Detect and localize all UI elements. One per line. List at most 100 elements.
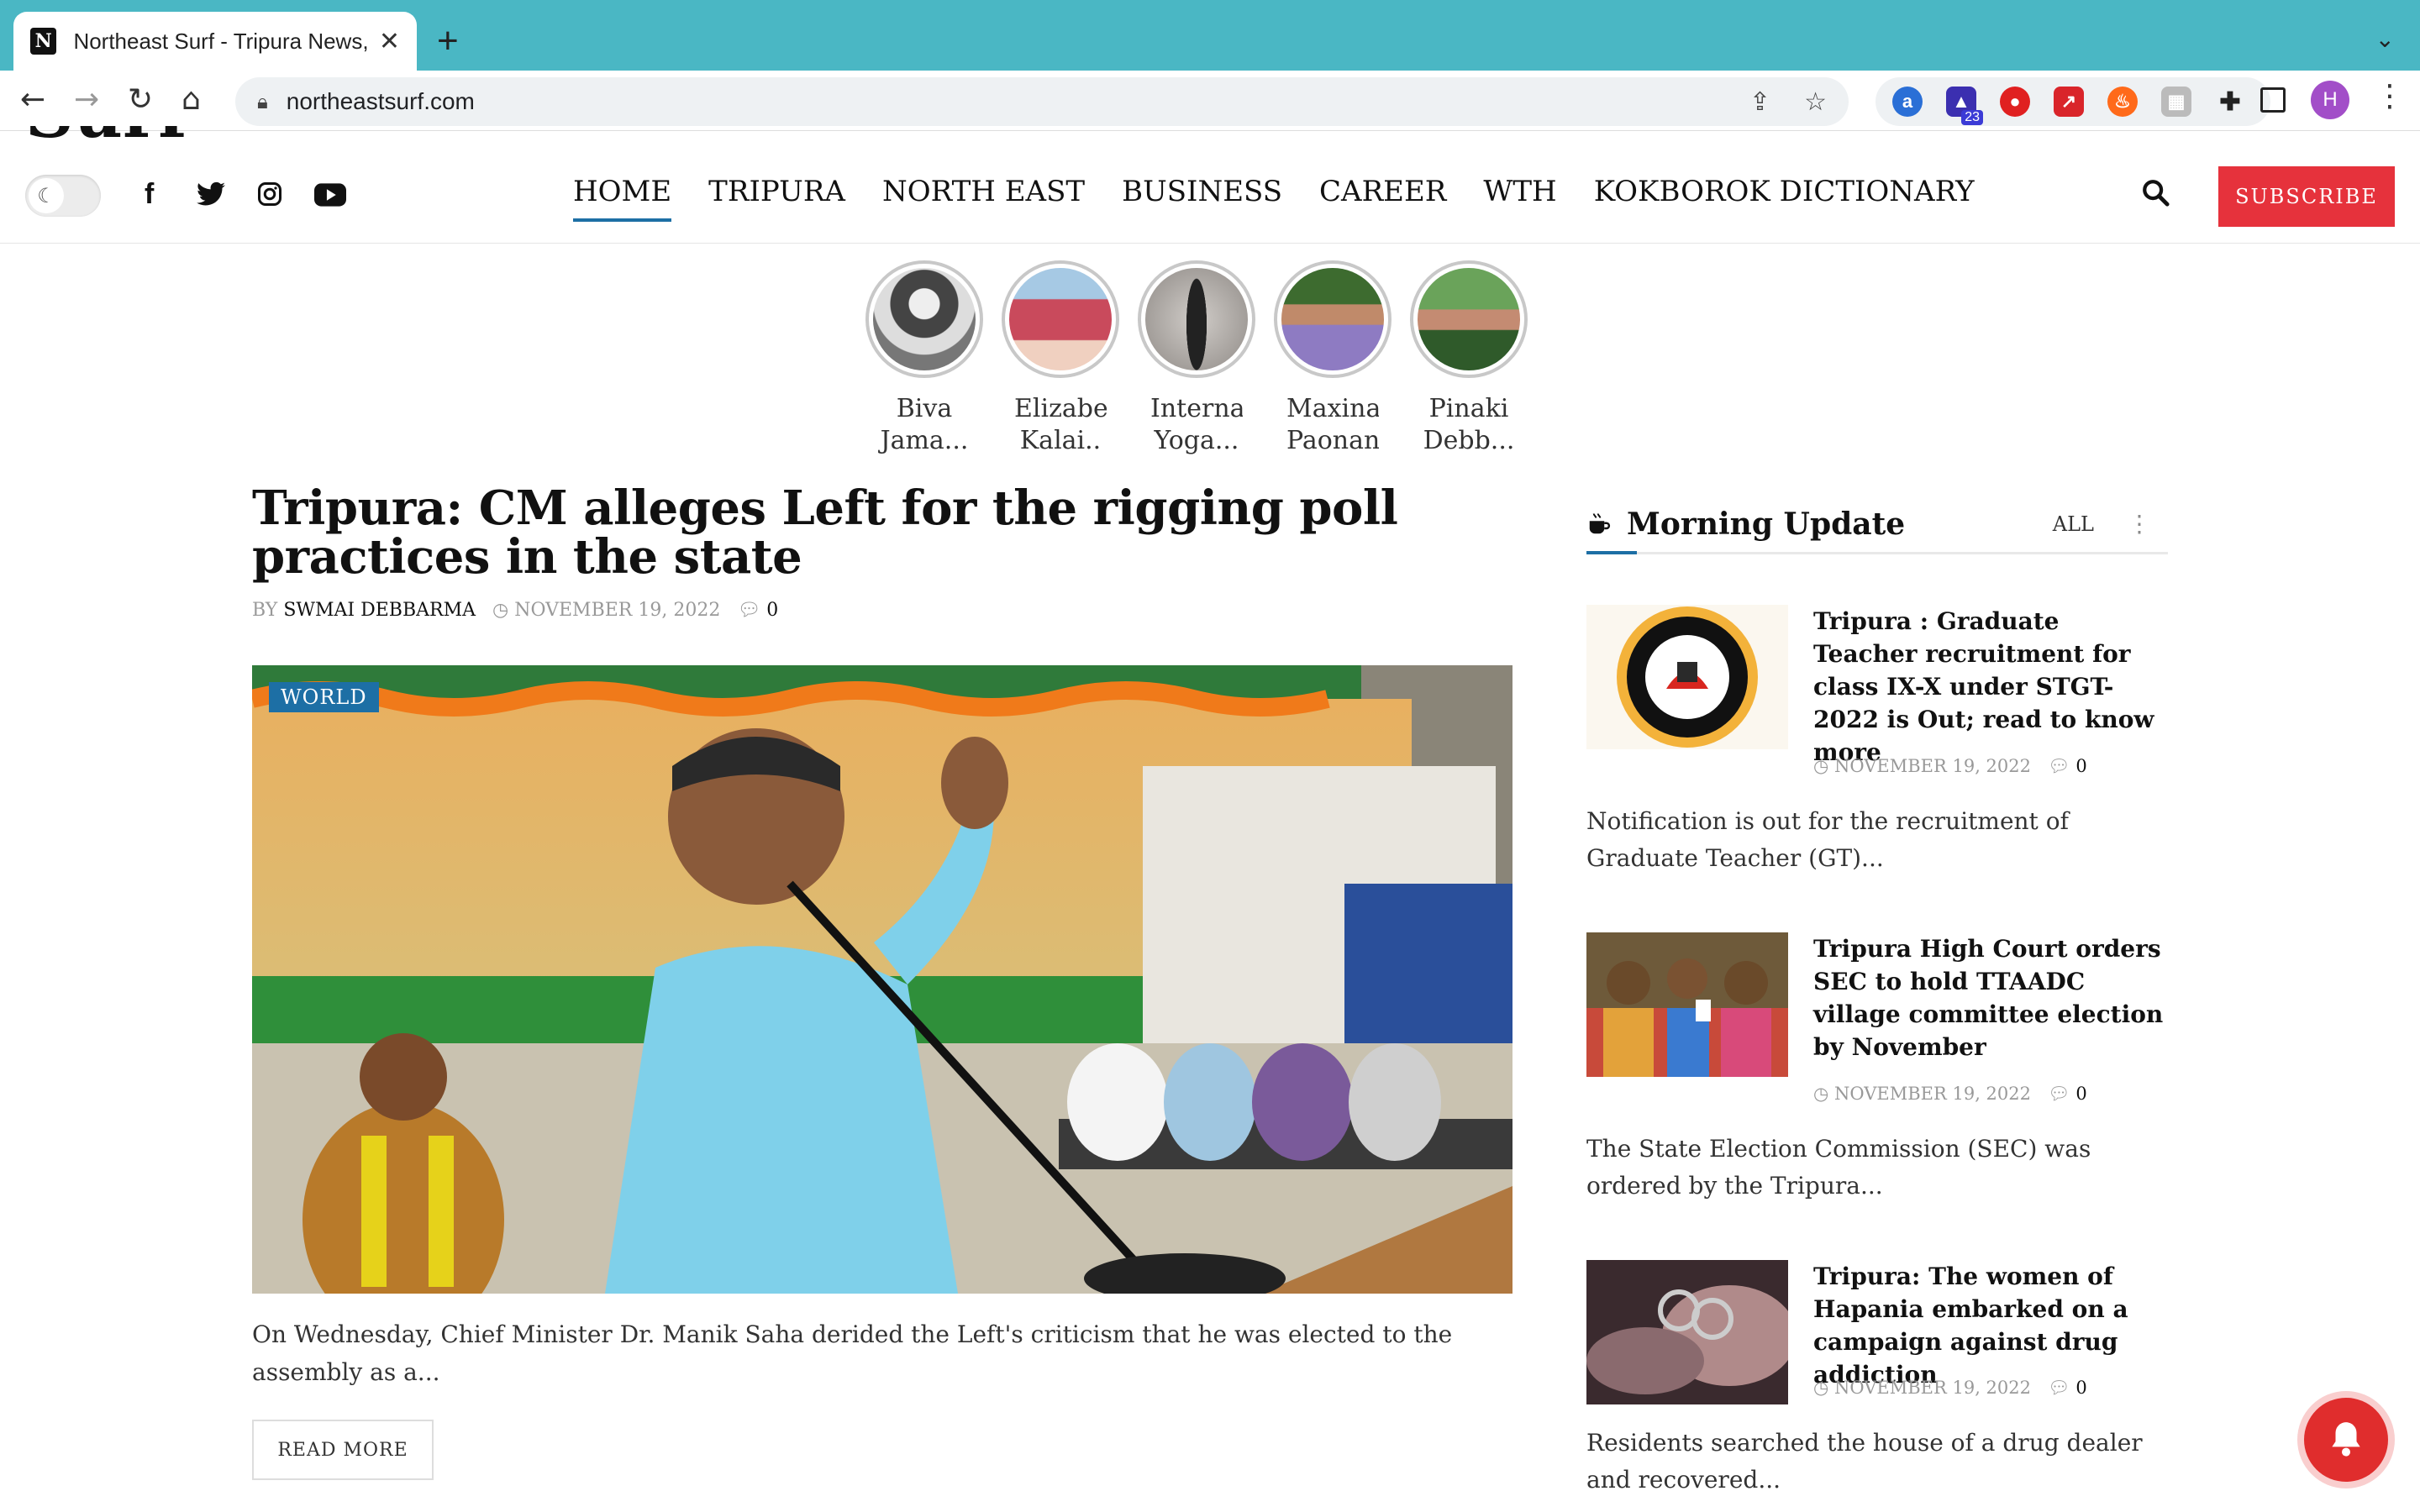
story-item[interactable]: Biva Jama... <box>865 260 983 457</box>
post-thumbnail[interactable] <box>1586 932 1788 1077</box>
extension-adblock-icon[interactable]: ● <box>2000 87 2030 117</box>
post-comments[interactable]: 💬︎ 0 <box>2048 1378 2087 1399</box>
read-more-button[interactable]: READ MORE <box>252 1420 434 1480</box>
hero-photo <box>252 665 1512 1294</box>
more-options-icon[interactable]: ⋮ <box>2128 510 2151 538</box>
site-favicon-icon: N <box>30 28 57 55</box>
reload-icon[interactable]: ↻ <box>128 82 153 117</box>
recruitment-board-seal <box>1586 605 1788 749</box>
story-label: Maxina Paonan <box>1286 394 1379 455</box>
subscribe-button[interactable]: SUBSCRIBE <box>2218 166 2395 227</box>
story-item[interactable]: Pinaki Debb... <box>1410 260 1528 457</box>
post-comments[interactable]: 💬︎ 0 <box>2048 756 2087 777</box>
nav-home[interactable]: HOME <box>573 175 672 222</box>
browser-tab[interactable]: N Northeast Surf - Tripura News, ✕ <box>13 12 417 71</box>
story-ring <box>1138 260 1255 378</box>
extension-flame-icon[interactable]: ♨ <box>2107 87 2138 117</box>
block-header: Morning Update ALL ⋮ <box>1586 496 2168 554</box>
web-stories-row: Biva Jama... Elizabe Kalai.. Interna Yoga..… <box>865 260 1528 457</box>
share-icon[interactable]: ⇪ <box>1749 87 1770 117</box>
story-ring <box>1410 260 1528 378</box>
browser-tab-strip: N Northeast Surf - Tripura News, ✕ + ⌄ <box>0 0 2420 71</box>
notification-bell-button[interactable] <box>2304 1398 2388 1482</box>
story-thumbnail <box>1418 268 1520 370</box>
article-date: ◷ NOVEMBER 19, 2022 <box>492 600 721 621</box>
close-tab-icon[interactable]: ✕ <box>379 27 400 56</box>
extension-a-icon[interactable]: a <box>1892 87 1923 117</box>
post-title-link[interactable]: Tripura High Court orders SEC to hold TT… <box>1813 932 2168 1063</box>
forward-arrow-icon[interactable]: → <box>74 82 99 117</box>
coffee-icon <box>1589 512 1611 533</box>
extension-grey-icon[interactable]: ▦ <box>2161 87 2191 117</box>
home-icon[interactable]: ⌂ <box>182 82 201 117</box>
dark-mode-toggle[interactable]: ☾ <box>25 175 101 217</box>
post-thumbnail[interactable] <box>1586 605 1788 749</box>
post-thumbnail[interactable] <box>1586 1260 1788 1404</box>
side-panel-icon[interactable] <box>2260 87 2286 113</box>
extension-hat-icon[interactable]: ▲ 23 <box>1946 87 1983 125</box>
extensions-area: a ▲ 23 ● ↗ ♨ ▦ ✚ <box>1876 77 2270 126</box>
search-icon[interactable] <box>2141 178 2170 207</box>
post-meta: ◷ NOVEMBER 19, 2022 💬︎ 0 <box>1813 1084 2087 1105</box>
view-all-link[interactable]: ALL <box>2053 512 2094 536</box>
voters-photo <box>1586 932 1788 1077</box>
block-title[interactable]: Morning Update <box>1627 507 1905 542</box>
extension-arrow-icon[interactable]: ↗ <box>2054 87 2084 117</box>
story-label: Pinaki Debb... <box>1423 394 1515 455</box>
post-meta: ◷ NOVEMBER 19, 2022 💬︎ 0 <box>1813 1378 2087 1399</box>
story-ring <box>1274 260 1392 378</box>
youtube-icon[interactable] <box>314 183 346 207</box>
story-item[interactable]: Elizabe Kalai.. <box>1002 260 1119 457</box>
post-title-link[interactable]: Tripura: The women of Hapania embarked o… <box>1813 1260 2168 1391</box>
story-item[interactable]: Maxina Paonan <box>1274 260 1392 457</box>
instagram-icon[interactable] <box>257 181 282 207</box>
article-author-link[interactable]: SWMAI DEBBARMA <box>283 600 476 621</box>
comment-icon: 💬︎ <box>737 600 761 621</box>
post-date: ◷ NOVEMBER 19, 2022 <box>1813 1378 2031 1398</box>
post-date: ◷ NOVEMBER 19, 2022 <box>1813 756 2031 776</box>
story-label: Biva Jama... <box>880 394 969 455</box>
story-ring <box>865 260 983 378</box>
extensions-puzzle-icon[interactable]: ✚ <box>2215 87 2245 117</box>
twitter-icon[interactable] <box>197 181 225 207</box>
story-label: Elizabe Kalai.. <box>1014 394 1107 455</box>
tab-search-chevron-icon[interactable]: ⌄ <box>2375 25 2395 53</box>
article-comments[interactable]: 💬︎ 0 <box>737 600 778 621</box>
category-badge-world[interactable]: WORLD <box>269 682 379 712</box>
post-excerpt: Notification is out for the recruitment … <box>1586 807 2069 872</box>
post-date: ◷ NOVEMBER 19, 2022 <box>1813 1084 2031 1104</box>
nav-wth[interactable]: WTH <box>1483 175 1556 217</box>
lock-icon: 🔒︎ <box>257 90 268 113</box>
site-header: ☾ f HOME TRIPURA NORTH EAST BUSINESS CAR… <box>0 131 2420 244</box>
article-excerpt: On Wednesday, Chief Minister Dr. Manik S… <box>252 1320 1453 1386</box>
url-text[interactable]: northeastsurf.com <box>287 88 475 115</box>
main-navigation: HOME TRIPURA NORTH EAST BUSINESS CAREER … <box>573 175 1975 222</box>
post-meta: ◷ NOVEMBER 19, 2022 💬︎ 0 <box>1813 756 2087 777</box>
nav-north-east[interactable]: NORTH EAST <box>882 175 1085 217</box>
story-thumbnail <box>1281 268 1384 370</box>
post-excerpt: The State Election Commission (SEC) was … <box>1586 1135 2091 1200</box>
post-title-link[interactable]: Tripura : Graduate Teacher recruitment f… <box>1813 605 2168 769</box>
facebook-icon[interactable]: f <box>145 178 154 211</box>
nav-career[interactable]: CAREER <box>1319 175 1446 217</box>
nav-business[interactable]: BUSINESS <box>1122 175 1282 217</box>
morning-update-sidebar: Morning Update ALL ⋮ Tripura : Graduate … <box>1586 496 2168 1494</box>
post-comments[interactable]: 💬︎ 0 <box>2048 1084 2087 1105</box>
browser-menu-icon[interactable]: ⋮ <box>2375 79 2405 113</box>
handcuffs-photo <box>1586 1260 1788 1404</box>
story-label: Interna Yoga... <box>1150 394 1243 455</box>
site-logo[interactable]: Surf <box>25 126 277 143</box>
bookmark-star-icon[interactable]: ☆ <box>1804 87 1827 117</box>
story-item[interactable]: Interna Yoga... <box>1138 260 1255 457</box>
back-arrow-icon[interactable]: ← <box>20 82 45 117</box>
address-bar[interactable]: 🔒︎ northeastsurf.com ⇪ ☆ <box>235 77 1849 126</box>
article-hero-image[interactable]: WORLD <box>252 665 1512 1294</box>
nav-tripura[interactable]: TRIPURA <box>708 175 845 217</box>
bell-icon <box>2332 1422 2360 1457</box>
story-ring <box>1002 260 1119 378</box>
nav-kokborok-dictionary[interactable]: KOKBOROK DICTIONARY <box>1594 175 1975 217</box>
browser-toolbar: ← → ↻ ⌂ 🔒︎ northeastsurf.com ⇪ ☆ a ▲ 23 ●… <box>0 71 2420 131</box>
new-tab-icon[interactable]: + <box>437 20 459 62</box>
article-title[interactable]: Tripura: CM alleges Left for the rigging… <box>252 484 1529 581</box>
profile-avatar[interactable]: H <box>2311 81 2349 119</box>
